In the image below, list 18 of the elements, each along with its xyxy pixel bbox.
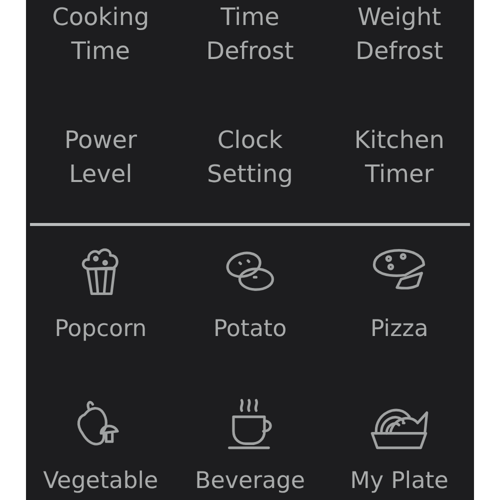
food-label: Beverage: [194, 467, 305, 496]
food-label: Pizza: [370, 315, 428, 344]
food-label: Potato: [213, 315, 287, 344]
setting-button[interactable]: Cooking Time: [52, 0, 150, 68]
food-button[interactable]: Vegetable: [43, 392, 158, 496]
food-button[interactable]: Pizza: [368, 240, 430, 344]
food-label: Vegetable: [43, 467, 158, 496]
food-label: My Plate: [350, 467, 448, 496]
setting-button[interactable]: Power Level: [64, 123, 137, 191]
setting-button[interactable]: Kitchen Timer: [354, 123, 444, 191]
setting-button[interactable]: Weight Defrost: [356, 0, 444, 68]
setting-button[interactable]: Time Defrost: [206, 0, 294, 68]
food-button[interactable]: My Plate: [350, 392, 448, 496]
food-button[interactable]: Popcorn: [54, 240, 147, 344]
food-label: Popcorn: [54, 315, 147, 344]
food-button[interactable]: Potato: [213, 240, 287, 344]
food-button[interactable]: Beverage: [194, 392, 305, 496]
setting-button[interactable]: Clock Setting: [207, 123, 293, 191]
